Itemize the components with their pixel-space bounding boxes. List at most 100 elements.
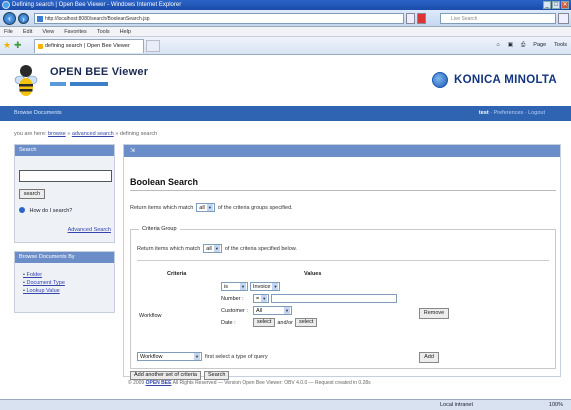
app-header: OPEN BEE Viewer KONICA MINOLTA bbox=[0, 56, 571, 106]
chevron-down-icon: ▼ bbox=[284, 307, 290, 314]
footer-brand-link[interactable]: OPEN BEE bbox=[146, 380, 172, 386]
refresh-button[interactable] bbox=[406, 13, 415, 24]
print-icon[interactable]: ⎙ bbox=[521, 41, 525, 50]
add-button[interactable]: Add bbox=[419, 352, 439, 363]
menu-file[interactable]: File bbox=[4, 27, 13, 36]
add-criteria-set-button[interactable]: Add another set of criteria bbox=[130, 371, 201, 380]
menu-favorites[interactable]: Favorites bbox=[64, 27, 87, 36]
number-operator-select[interactable]: = ▼ bbox=[253, 294, 270, 303]
number-input[interactable] bbox=[271, 294, 398, 303]
browse-item-document-type[interactable]: Document Type bbox=[23, 280, 64, 286]
product-title: OPEN BEE Viewer bbox=[50, 66, 149, 78]
minimize-button[interactable]: _ bbox=[543, 1, 551, 9]
favorites-star-icon[interactable]: ★ bbox=[3, 41, 11, 50]
command-bar: ⌂ ▣ ⎙ Page Tools bbox=[496, 41, 567, 50]
konica-globe-icon bbox=[432, 72, 448, 88]
date-to-select-button[interactable]: select bbox=[294, 318, 318, 327]
menu-tools[interactable]: Tools bbox=[97, 27, 110, 36]
menu-edit[interactable]: Edit bbox=[23, 27, 32, 36]
value-row-customer: Customer : All ▼ bbox=[221, 306, 292, 315]
browse-item-folder[interactable]: Folder bbox=[23, 272, 65, 278]
zoom-level[interactable]: 100% bbox=[549, 400, 563, 410]
type-operator-select[interactable]: is ▼ bbox=[221, 282, 248, 291]
breadcrumb: you are here: browse » advanced search »… bbox=[14, 131, 157, 137]
advanced-search-link[interactable]: Advanced Search bbox=[68, 227, 111, 233]
back-button[interactable]: ‹ bbox=[3, 12, 16, 25]
search-panel-heading: Search bbox=[15, 145, 114, 156]
breadcrumb-advanced-link[interactable]: advanced search bbox=[72, 131, 114, 137]
search-input[interactable] bbox=[19, 170, 112, 182]
user-links: test · Preferences · Logout bbox=[479, 106, 545, 121]
help-label: How do I search? bbox=[29, 208, 73, 214]
number-operator-value: = bbox=[256, 295, 260, 302]
query-type-value: Workflow bbox=[140, 353, 163, 360]
query-type-row: Workflow ▼ first select a type of query bbox=[137, 352, 268, 361]
help-link[interactable]: How do I search? bbox=[19, 207, 72, 214]
bee-logo-icon bbox=[14, 65, 38, 96]
number-label: Number : bbox=[221, 295, 244, 302]
date-label: Date : bbox=[221, 319, 236, 326]
footer-copyright: © 2009 bbox=[128, 380, 145, 386]
page-icon bbox=[37, 16, 43, 22]
tab-label: defining search | Open Bee Viewer bbox=[45, 43, 130, 49]
search-submit-button[interactable]: Search bbox=[203, 371, 230, 380]
bottom-actions: Add another set of criteria Search bbox=[130, 371, 230, 380]
expand-icon[interactable]: ⇲ bbox=[130, 148, 135, 154]
groups-match-value: all bbox=[199, 204, 205, 211]
browse-item-lookup-value[interactable]: Lookup Value bbox=[23, 288, 65, 294]
home-icon[interactable]: ⌂ bbox=[496, 41, 499, 50]
browse-documents-link[interactable]: Browse Documents bbox=[14, 106, 62, 121]
tab-current[interactable]: defining search | Open Bee Viewer bbox=[34, 39, 144, 53]
ie-icon bbox=[2, 1, 10, 9]
criteria-match-select[interactable]: all ▼ bbox=[203, 244, 222, 253]
menu-bar: File Edit View Favorites Tools Help bbox=[0, 27, 571, 37]
address-url: http://localhost:8080/search/BooleanSear… bbox=[45, 16, 150, 22]
tab-icon bbox=[38, 44, 43, 49]
value-row-date: Date : select and/or select bbox=[221, 318, 318, 327]
menu-help[interactable]: Help bbox=[120, 27, 131, 36]
chevron-down-icon: ▼ bbox=[194, 353, 200, 360]
logout-link[interactable]: Logout bbox=[528, 110, 545, 116]
feeds-icon[interactable]: ▣ bbox=[508, 41, 513, 50]
groups-match-row: Return items which match all ▼ of the cr… bbox=[130, 203, 293, 212]
tools-menu[interactable]: Tools bbox=[554, 41, 567, 50]
chevron-down-icon: ▼ bbox=[261, 295, 268, 302]
status-bar: Local intranet 100% bbox=[0, 399, 571, 410]
maximize-button[interactable]: □ bbox=[552, 1, 560, 9]
forward-button[interactable]: › bbox=[18, 13, 29, 24]
footer-text: All Rights Reserved — Version Open Bee V… bbox=[172, 380, 371, 386]
main-panel-heading: ⇲ bbox=[124, 145, 560, 157]
user-name[interactable]: test bbox=[479, 110, 489, 116]
breadcrumb-prefix: you are here: bbox=[14, 131, 47, 137]
customer-label: Customer : bbox=[221, 307, 248, 314]
remove-button[interactable]: Remove bbox=[419, 308, 449, 319]
column-header-values: Values bbox=[304, 271, 322, 277]
address-input[interactable]: http://localhost:8080/search/BooleanSear… bbox=[34, 13, 404, 24]
address-toolbar: ‹ › http://localhost:8080/search/Boolean… bbox=[0, 10, 571, 27]
groups-match-select[interactable]: all ▼ bbox=[196, 203, 215, 212]
page-menu[interactable]: Page bbox=[533, 41, 546, 50]
live-search-input[interactable]: Live Search bbox=[440, 13, 556, 24]
groups-match-suffix: of the criteria groups specified. bbox=[217, 204, 293, 211]
criteria-group-legend: Criteria Group bbox=[139, 226, 180, 232]
search-go-button[interactable] bbox=[558, 13, 569, 24]
chevron-down-icon: ▼ bbox=[213, 245, 220, 252]
date-from-select-button[interactable]: select bbox=[253, 318, 276, 327]
stop-button[interactable] bbox=[417, 13, 426, 24]
divider bbox=[130, 190, 556, 191]
add-favorite-icon[interactable]: ✚ bbox=[14, 41, 22, 50]
close-button[interactable]: ✕ bbox=[561, 1, 569, 9]
column-header-criteria: Criteria bbox=[167, 271, 187, 277]
query-type-select[interactable]: Workflow ▼ bbox=[137, 352, 202, 361]
new-tab-button[interactable] bbox=[146, 40, 160, 52]
breadcrumb-browse-link[interactable]: browse bbox=[48, 131, 66, 137]
divider bbox=[137, 260, 549, 261]
criteria-match-row: Return items which match all ▼ of the cr… bbox=[137, 244, 297, 253]
window-title: Defining search | Open Bee Viewer - Wind… bbox=[12, 2, 182, 8]
search-button[interactable]: search bbox=[19, 189, 45, 199]
menu-view[interactable]: View bbox=[42, 27, 54, 36]
type-value-select[interactable]: Invoice ▼ bbox=[250, 282, 281, 291]
preferences-link[interactable]: Preferences bbox=[494, 110, 524, 116]
customer-select[interactable]: All ▼ bbox=[253, 306, 292, 315]
value-row-number: Number : = ▼ bbox=[221, 294, 398, 303]
